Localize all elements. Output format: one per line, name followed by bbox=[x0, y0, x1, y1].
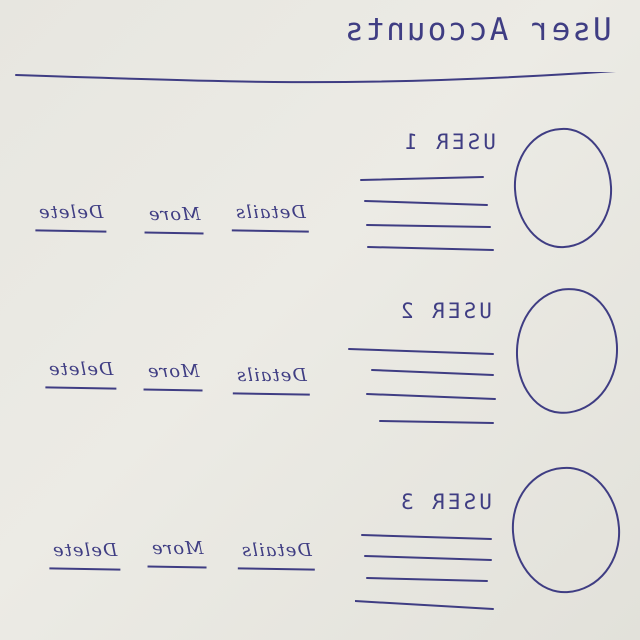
user-row-1: USER 1 Details More Delete bbox=[0, 120, 640, 290]
details-link[interactable]: Details bbox=[235, 202, 306, 223]
delete-link[interactable]: Delete bbox=[48, 359, 113, 380]
more-link[interactable]: More bbox=[148, 204, 201, 225]
user-avatar-icon bbox=[510, 283, 624, 419]
user-detail-lines bbox=[360, 176, 494, 251]
user-avatar-icon bbox=[510, 125, 616, 251]
user-detail-lines bbox=[348, 348, 496, 424]
user-avatar-icon bbox=[507, 463, 625, 597]
user-row-3: USER 3 Details More Delete bbox=[0, 462, 640, 632]
user-name: USER 1 bbox=[402, 130, 496, 154]
user-row-2: USER 2 Details More Delete bbox=[0, 283, 640, 455]
more-link[interactable]: More bbox=[147, 361, 200, 382]
header-divider bbox=[15, 72, 617, 84]
user-accounts-screen: User Accounts USER 1 Details More Delete… bbox=[0, 0, 640, 640]
header: User Accounts bbox=[252, 12, 612, 48]
details-link[interactable]: Details bbox=[236, 365, 307, 386]
delete-link[interactable]: Delete bbox=[52, 540, 117, 561]
delete-link[interactable]: Delete bbox=[38, 202, 103, 223]
user-name: USER 2 bbox=[398, 299, 492, 323]
details-link[interactable]: Details bbox=[241, 540, 312, 561]
user-name: USER 3 bbox=[398, 490, 492, 514]
page-title: User Accounts bbox=[343, 12, 612, 48]
user-detail-lines bbox=[355, 534, 494, 610]
more-link[interactable]: More bbox=[151, 538, 204, 559]
